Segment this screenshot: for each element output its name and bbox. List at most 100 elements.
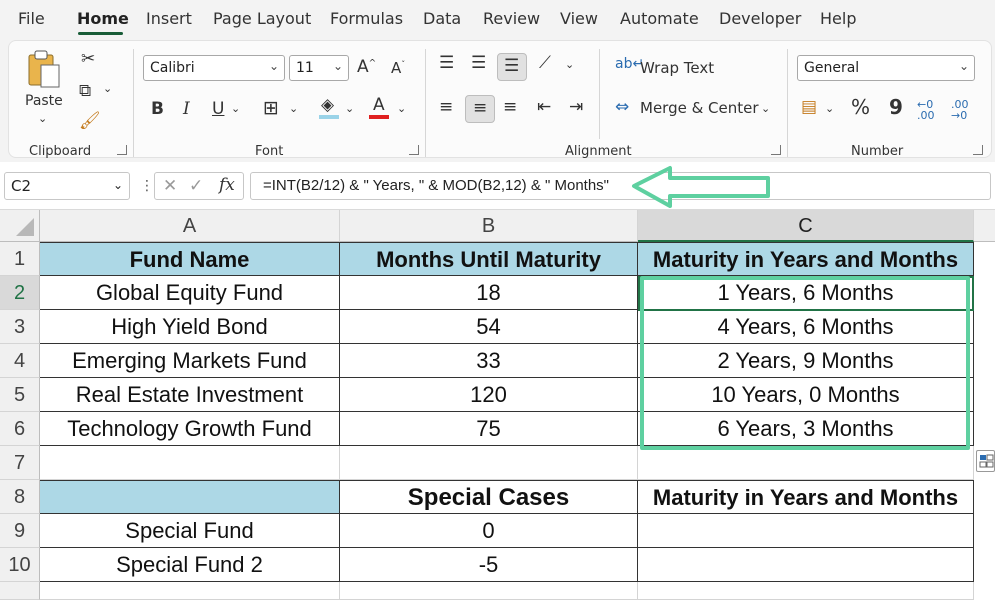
empty-cell[interactable] bbox=[40, 582, 340, 600]
row-header-10[interactable]: 10 bbox=[0, 548, 40, 582]
align-left-icon[interactable]: ≡ bbox=[439, 99, 453, 116]
months-cell[interactable]: 120 bbox=[340, 378, 638, 412]
column-header-a[interactable]: A bbox=[40, 210, 340, 242]
tab-home[interactable]: Home bbox=[77, 9, 129, 28]
row-header-2[interactable]: 2 bbox=[0, 276, 40, 310]
more-options-icon[interactable]: ⋮ bbox=[140, 179, 154, 193]
center-align-button[interactable]: ≡ bbox=[465, 95, 495, 123]
copy-icon[interactable]: ⧉ bbox=[79, 83, 91, 100]
maturity-cell[interactable]: 10 Years, 0 Months bbox=[638, 378, 974, 412]
enter-icon[interactable]: ✓ bbox=[189, 178, 203, 195]
chevron-down-icon[interactable]: ⌄ bbox=[397, 103, 406, 114]
middle-align-icon[interactable]: ☰ bbox=[471, 55, 486, 72]
font-name-select[interactable]: Calibri ⌄ bbox=[143, 55, 285, 81]
increase-decimal-icon[interactable]: ←0.00 bbox=[917, 99, 935, 121]
insert-function-button[interactable]: fx bbox=[219, 177, 235, 194]
fund-name-cell[interactable]: High Yield Bond bbox=[40, 310, 340, 344]
tab-developer[interactable]: Developer bbox=[719, 9, 801, 28]
decrease-indent-icon[interactable]: ⇤ bbox=[537, 99, 551, 116]
borders-icon[interactable]: ⊞ bbox=[263, 99, 279, 118]
maturity-cell[interactable] bbox=[638, 548, 974, 582]
special-cases-header[interactable]: Special Cases bbox=[340, 480, 638, 514]
font-launcher-icon[interactable] bbox=[409, 145, 419, 155]
select-all-corner[interactable] bbox=[0, 210, 40, 242]
header-cell[interactable]: Fund Name bbox=[40, 242, 340, 276]
maturity-cell[interactable]: 4 Years, 6 Months bbox=[638, 310, 974, 344]
underline-button[interactable]: U bbox=[212, 101, 224, 118]
cut-icon[interactable]: ✂ bbox=[81, 51, 95, 68]
tab-automate[interactable]: Automate bbox=[620, 9, 699, 28]
header-cell[interactable]: Maturity in Years and Months bbox=[638, 242, 974, 276]
formula-input[interactable]: =INT(B2/12) & " Years, " & MOD(B2,12) & … bbox=[250, 172, 991, 200]
special-maturity-header[interactable]: Maturity in Years and Months bbox=[638, 480, 974, 514]
bottom-align-button[interactable]: ☰ bbox=[497, 53, 527, 81]
font-color-icon[interactable]: A bbox=[369, 97, 389, 121]
chevron-down-icon[interactable]: ⌄ bbox=[565, 59, 574, 70]
decrease-font-icon[interactable]: Aˇ bbox=[391, 61, 405, 76]
fill-color-icon[interactable]: ◈ bbox=[319, 97, 339, 121]
name-box[interactable]: C2 ⌄ bbox=[4, 172, 130, 200]
months-cell[interactable]: 75 bbox=[340, 412, 638, 446]
empty-cell[interactable] bbox=[40, 446, 340, 480]
maturity-cell[interactable] bbox=[638, 514, 974, 548]
decrease-decimal-icon[interactable]: .00 →0 bbox=[951, 99, 969, 121]
maturity-cell[interactable]: 1 Years, 6 Months bbox=[638, 276, 974, 310]
tab-view[interactable]: View bbox=[560, 9, 598, 28]
orientation-icon[interactable]: ⟋ bbox=[539, 55, 551, 72]
fund-name-cell[interactable]: Global Equity Fund bbox=[40, 276, 340, 310]
tab-file[interactable]: File bbox=[18, 9, 45, 28]
number-format-select[interactable]: General ⌄ bbox=[797, 55, 975, 81]
fund-name-cell[interactable]: Special Fund bbox=[40, 514, 340, 548]
row-header-1[interactable]: 1 bbox=[0, 242, 40, 276]
quick-analysis-icon[interactable] bbox=[976, 450, 995, 472]
empty-cell[interactable] bbox=[340, 582, 638, 600]
fund-name-cell[interactable]: Technology Growth Fund bbox=[40, 412, 340, 446]
tab-help[interactable]: Help bbox=[820, 9, 856, 28]
column-header-c[interactable]: C bbox=[638, 210, 974, 242]
maturity-cell[interactable]: 2 Years, 9 Months bbox=[638, 344, 974, 378]
top-align-icon[interactable]: ☰ bbox=[439, 55, 454, 72]
tab-data[interactable]: Data bbox=[423, 9, 461, 28]
clipboard-launcher-icon[interactable] bbox=[117, 145, 127, 155]
months-cell[interactable]: 0 bbox=[340, 514, 638, 548]
maturity-cell[interactable]: 6 Years, 3 Months bbox=[638, 412, 974, 446]
months-cell[interactable]: -5 bbox=[340, 548, 638, 582]
row-header-11[interactable] bbox=[0, 582, 40, 600]
tab-insert[interactable]: Insert bbox=[146, 9, 192, 28]
months-cell[interactable]: 18 bbox=[340, 276, 638, 310]
copy-dropdown-icon[interactable]: ⌄ bbox=[103, 83, 112, 94]
number-launcher-icon[interactable] bbox=[973, 145, 983, 155]
chevron-down-icon[interactable]: ⌄ bbox=[231, 103, 240, 114]
percent-button[interactable]: % bbox=[851, 97, 870, 117]
chevron-down-icon[interactable]: ⌄ bbox=[761, 103, 770, 114]
column-header-d[interactable] bbox=[974, 210, 995, 242]
tab-formulas[interactable]: Formulas bbox=[330, 9, 403, 28]
chevron-down-icon[interactable]: ⌄ bbox=[345, 103, 354, 114]
tab-review[interactable]: Review bbox=[483, 9, 540, 28]
merge-center-button[interactable]: Merge & Center bbox=[640, 99, 759, 117]
chevron-down-icon[interactable]: ⌄ bbox=[289, 103, 298, 114]
increase-indent-icon[interactable]: ⇥ bbox=[569, 99, 583, 116]
row-header-8[interactable]: 8 bbox=[0, 480, 40, 514]
empty-cell[interactable] bbox=[638, 446, 974, 480]
header-cell[interactable]: Months Until Maturity bbox=[340, 242, 638, 276]
row-header-6[interactable]: 6 bbox=[0, 412, 40, 446]
fund-name-cell[interactable]: Real Estate Investment bbox=[40, 378, 340, 412]
format-painter-icon[interactable]: 🖌 bbox=[79, 113, 101, 130]
comma-style-button[interactable]: 9 bbox=[889, 97, 903, 117]
special-header-cell[interactable] bbox=[40, 480, 340, 514]
fund-name-cell[interactable]: Special Fund 2 bbox=[40, 548, 340, 582]
align-right-icon[interactable]: ≡ bbox=[503, 99, 517, 116]
tab-page-layout[interactable]: Page Layout bbox=[213, 9, 311, 28]
cancel-icon[interactable]: ✕ bbox=[163, 178, 177, 195]
row-header-9[interactable]: 9 bbox=[0, 514, 40, 548]
paste-button[interactable]: Paste ⌄ bbox=[21, 49, 65, 129]
bold-button[interactable]: B bbox=[151, 101, 164, 118]
row-header-3[interactable]: 3 bbox=[0, 310, 40, 344]
row-header-7[interactable]: 7 bbox=[0, 446, 40, 480]
wrap-text-button[interactable]: Wrap Text bbox=[640, 59, 714, 77]
empty-cell[interactable] bbox=[638, 582, 974, 600]
row-header-5[interactable]: 5 bbox=[0, 378, 40, 412]
fund-name-cell[interactable]: Emerging Markets Fund bbox=[40, 344, 340, 378]
font-size-select[interactable]: 11 ⌄ bbox=[289, 55, 349, 81]
